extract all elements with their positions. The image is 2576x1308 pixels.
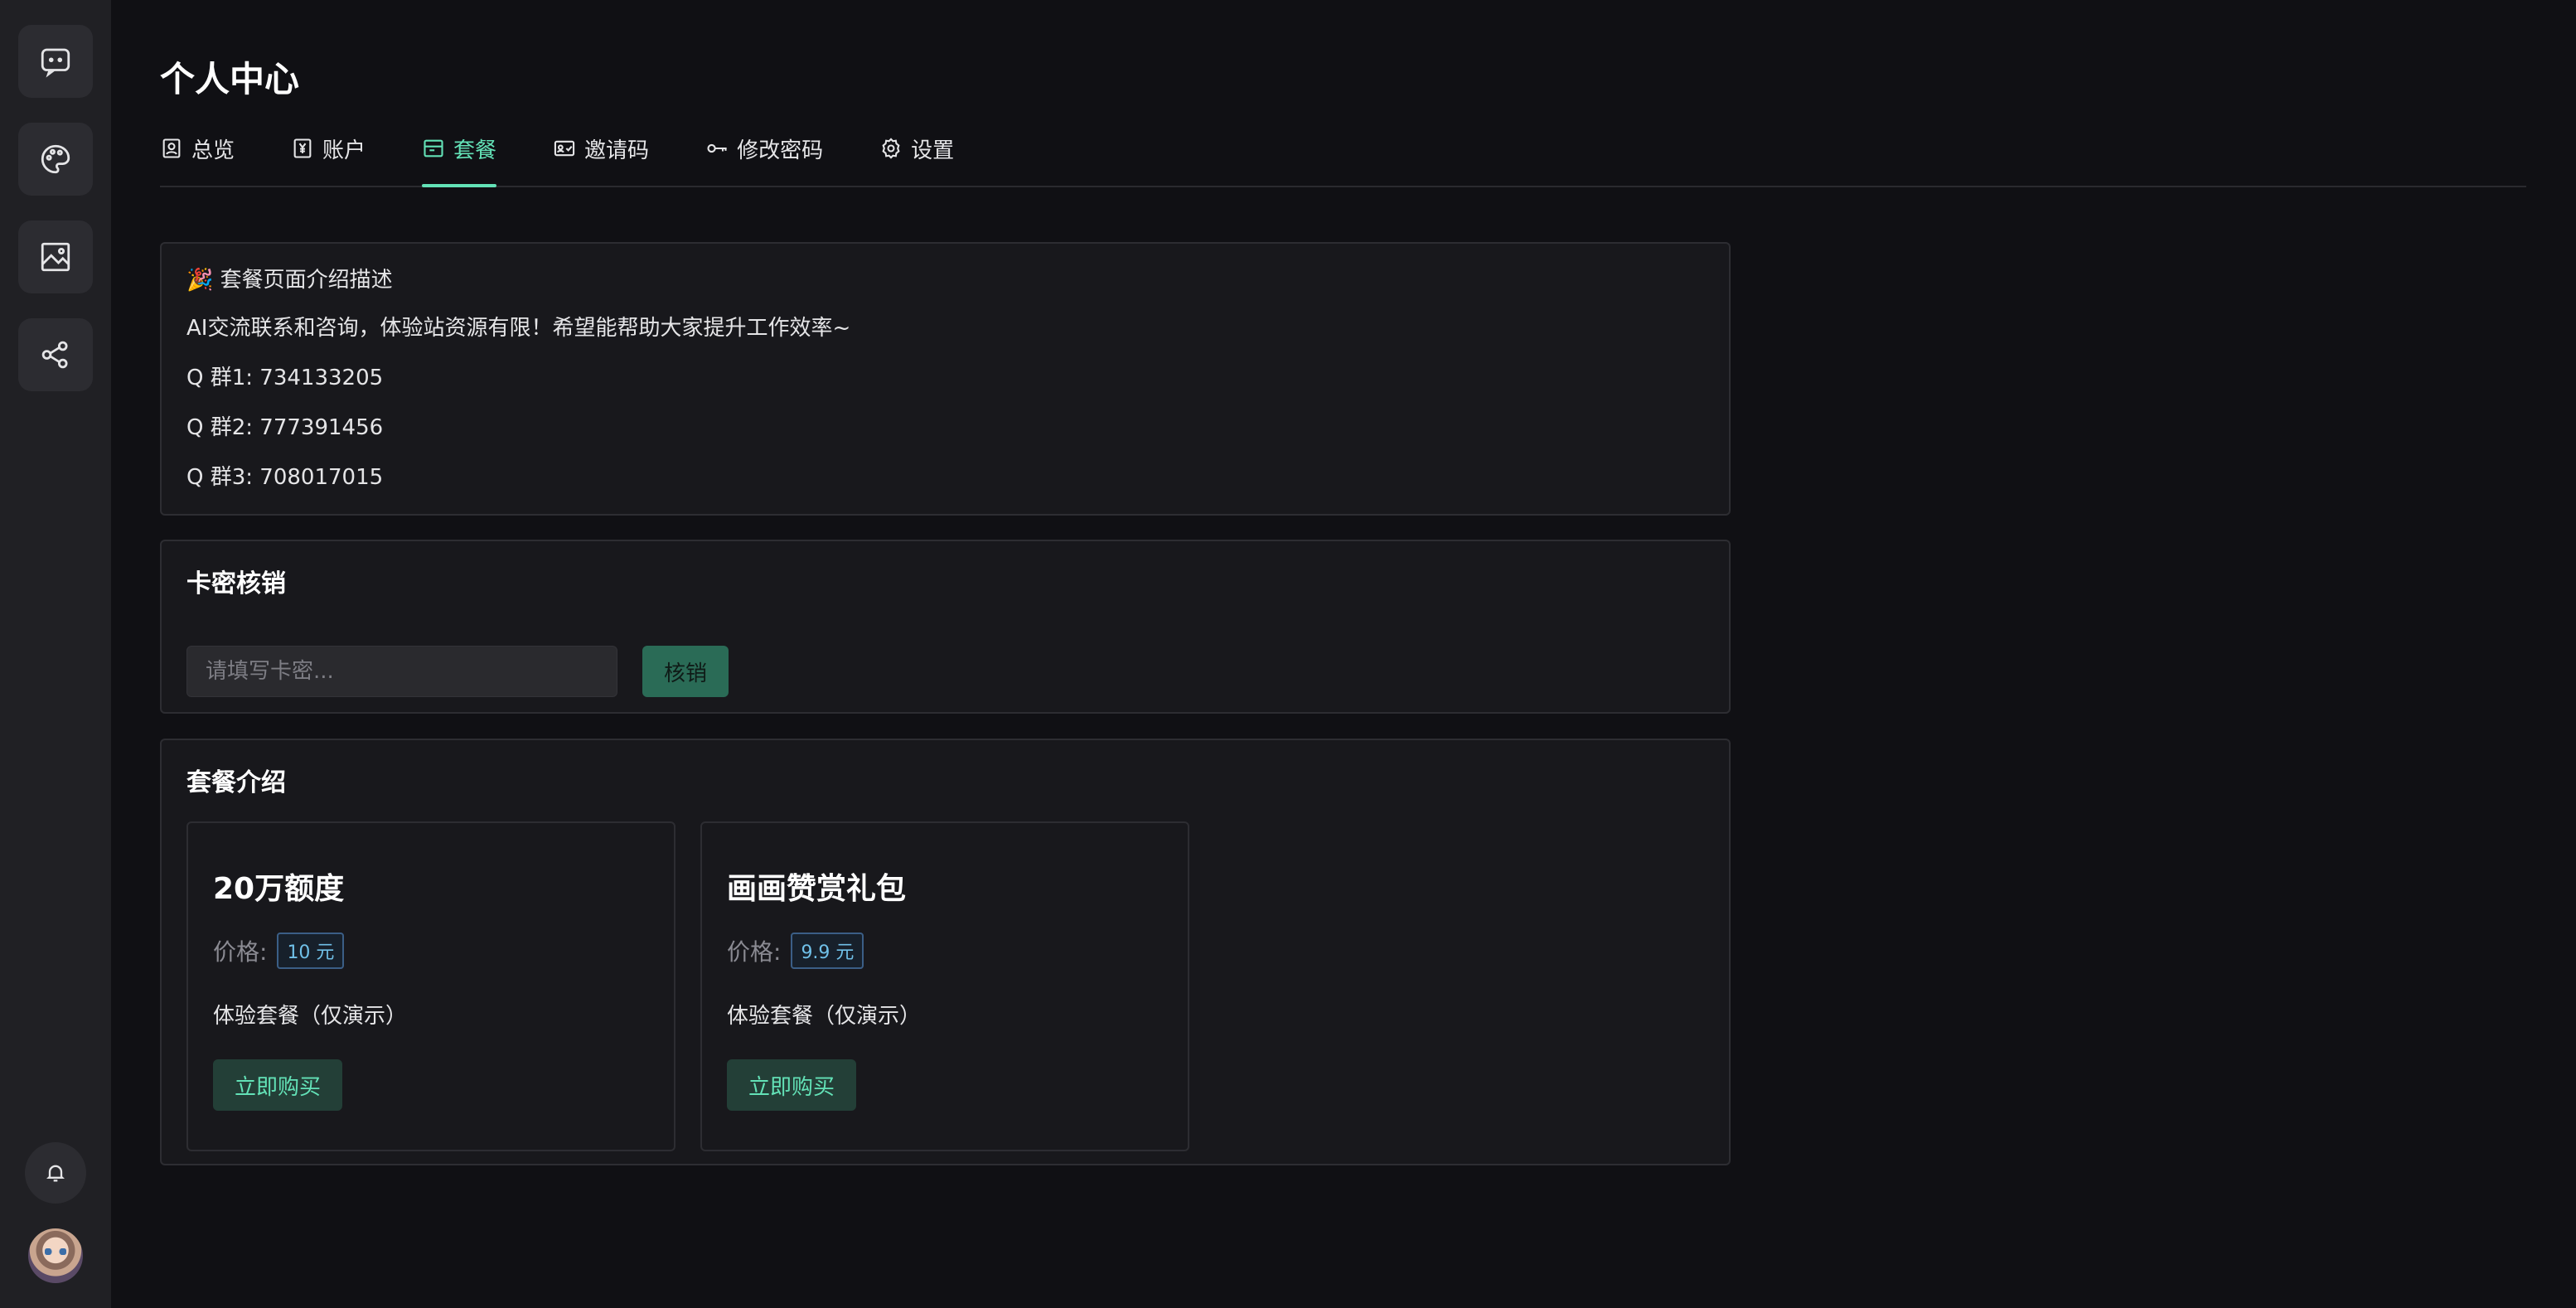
user-square-icon (162, 138, 181, 158)
redeem-row: 核销 (186, 646, 1704, 697)
sidebar-item-paint[interactable] (18, 123, 93, 196)
tab-label: 总览 (191, 138, 235, 163)
plan-description: 体验套餐（仅演示） (213, 1004, 408, 1029)
qq-group-1: Q 群1: 734133205 (186, 366, 384, 390)
intro-description: AI交流联系和咨询，体验站资源有限！希望能帮助大家提升工作效率~ (186, 316, 851, 341)
price-label: 价格: (727, 938, 782, 966)
tab-settings[interactable]: 设置 (879, 124, 954, 186)
sidebar-item-gallery[interactable] (18, 220, 93, 293)
sidebar-bottom (0, 1142, 111, 1283)
redeem-title: 卡密核销 (186, 569, 286, 598)
palette-icon (41, 144, 70, 174)
plan-list: 20万额度 价格: 10 元 体验套餐（仅演示） 立即购买 画画赞赏礼包 价格:… (186, 821, 1704, 1151)
chat-bubble-icon (41, 48, 70, 78)
plan-description: 体验套餐（仅演示） (727, 1004, 922, 1029)
plan-card: 画画赞赏礼包 价格: 9.9 元 体验套餐（仅演示） 立即购买 (700, 821, 1189, 1151)
tab-overview[interactable]: 总览 (160, 124, 235, 186)
notification-button[interactable] (25, 1142, 86, 1204)
price-tag: 9.9 元 (791, 933, 864, 969)
image-icon (41, 242, 70, 272)
buy-now-button[interactable]: 立即购买 (727, 1059, 857, 1111)
tab-account[interactable]: 账户 (291, 124, 366, 186)
redeem-card: 卡密核销 核销 (160, 540, 1731, 714)
tab-change-password[interactable]: 修改密码 (705, 124, 823, 186)
price-label: 价格: (213, 938, 268, 966)
redeem-button[interactable]: 核销 (642, 646, 729, 697)
plan-name: 20万额度 (213, 872, 345, 906)
id-card-check-icon (554, 140, 575, 157)
bell-icon (46, 1165, 65, 1182)
price-row: 价格: 10 元 (213, 933, 649, 969)
plan-card: 20万额度 价格: 10 元 体验套餐（仅演示） 立即购买 (186, 821, 675, 1151)
intro-title: 🎉 套餐页面介绍描述 (186, 268, 393, 293)
plan-name: 画画赞赏礼包 (727, 872, 907, 906)
intro-card: 🎉 套餐页面介绍描述 AI交流联系和咨询，体验站资源有限！希望能帮助大家提升工作… (160, 242, 1731, 516)
tab-label: 邀请码 (584, 138, 650, 163)
tab-label: 修改密码 (737, 138, 824, 163)
tab-invite-code[interactable]: 邀请码 (553, 124, 649, 186)
tab-label: 账户 (322, 138, 366, 163)
package-icon (424, 139, 443, 157)
price-tag: 10 元 (277, 933, 345, 969)
share-icon (41, 341, 68, 369)
key-icon (707, 143, 727, 153)
qq-group-3: Q 群3: 708017015 (186, 465, 384, 490)
plans-title: 套餐介绍 (186, 768, 286, 797)
page-title: 个人中心 (160, 59, 300, 99)
price-row: 价格: 9.9 元 (727, 933, 1163, 969)
tab-package[interactable]: 套餐 (422, 124, 497, 187)
plans-card: 套餐介绍 20万额度 价格: 10 元 体验套餐（仅演示） 立即购买 画画赞赏礼… (160, 739, 1731, 1165)
tab-label: 套餐 (453, 138, 497, 163)
qq-group-2: Q 群2: 777391456 (186, 415, 384, 440)
buy-now-button[interactable]: 立即购买 (213, 1059, 343, 1111)
sidebar (0, 0, 111, 1308)
sidebar-item-chat[interactable] (18, 25, 93, 98)
avatar[interactable] (28, 1228, 83, 1283)
tab-bar: 总览 账户 套餐 邀请码 修改密码 设置 (160, 124, 2526, 187)
gear-icon (882, 138, 900, 159)
tab-label: 设置 (911, 138, 955, 163)
card-code-input[interactable] (186, 646, 617, 697)
sidebar-item-share[interactable] (18, 318, 93, 391)
yen-square-icon (293, 138, 312, 158)
